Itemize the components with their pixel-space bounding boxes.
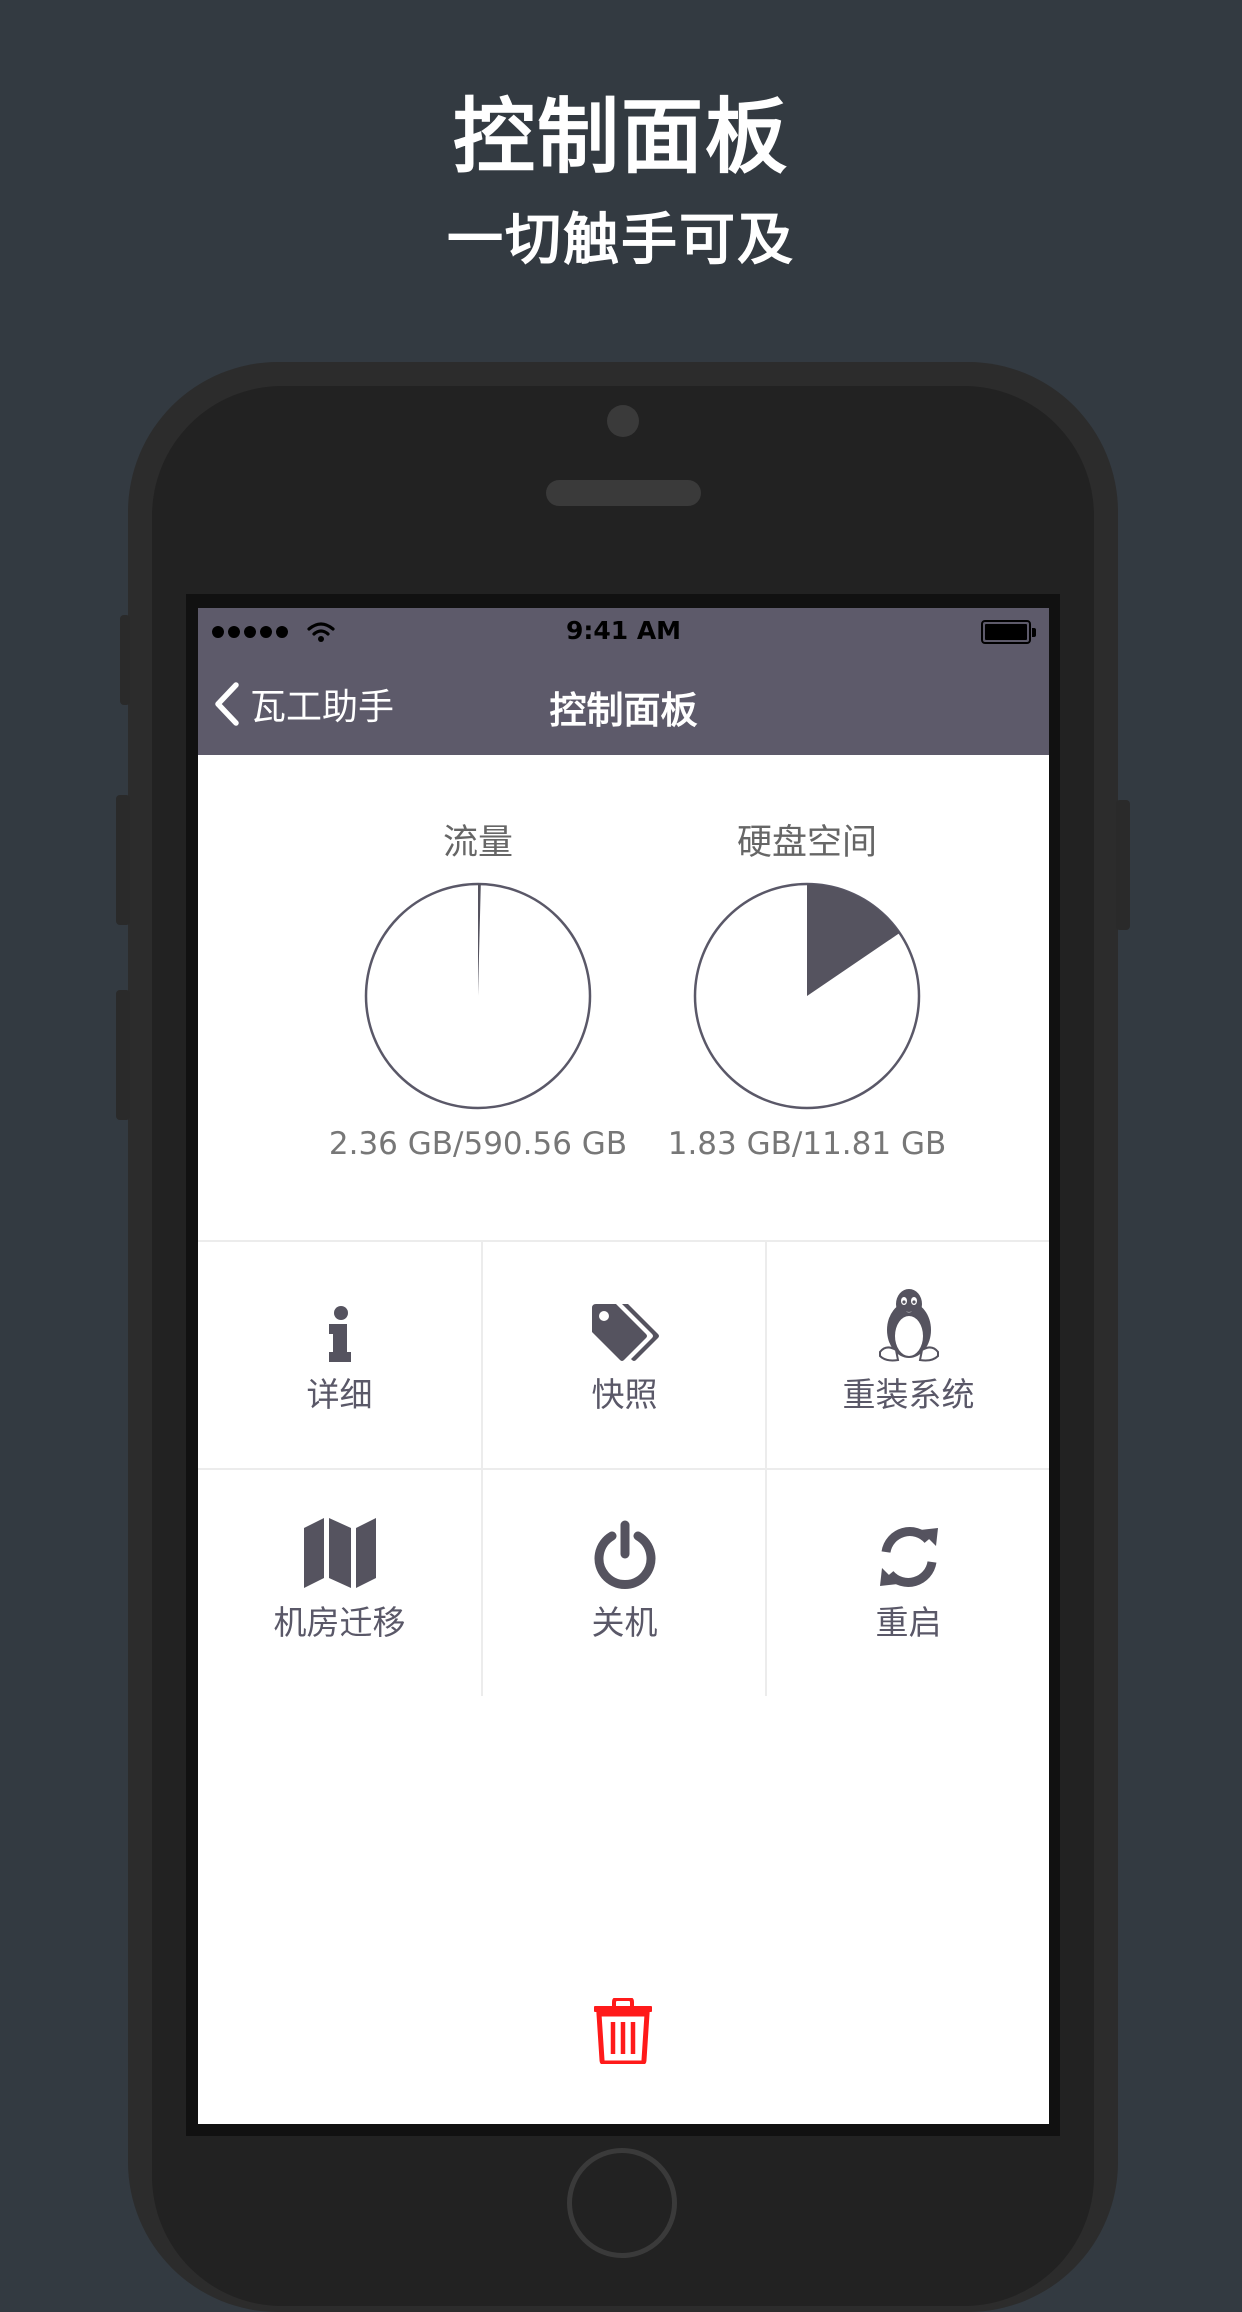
phone-volume-up	[116, 795, 130, 925]
phone-home-button	[567, 2148, 677, 2258]
disk-pie	[693, 882, 921, 1110]
traffic-caption: 2.36 GB/590.56 GB	[328, 1126, 628, 1162]
shutdown-label: 关机	[591, 1603, 658, 1642]
app-screen: 9:41 AM 瓦工助手 控制面板 流量 2.36 GB/590.56 GB 硬…	[198, 608, 1049, 2124]
disk-usage-chart: 硬盘空间 1.83 GB/11.81 GB	[637, 818, 977, 1162]
phone-power-button	[1116, 800, 1130, 930]
reboot-label: 重启	[875, 1603, 942, 1642]
traffic-usage-chart: 流量 2.36 GB/590.56 GB	[308, 818, 648, 1162]
details-button[interactable]: 详细	[198, 1242, 481, 1468]
battery-icon	[981, 620, 1039, 646]
status-time: 9:41 AM	[565, 616, 682, 645]
migrate-datacenter-label: 机房迁移	[273, 1603, 406, 1642]
shutdown-button[interactable]: 关机	[483, 1470, 766, 1696]
promo-title: 控制面板	[452, 90, 789, 185]
navigation-bar: 9:41 AM 瓦工助手 控制面板	[198, 608, 1049, 755]
phone-mute-switch	[120, 615, 130, 705]
disk-caption: 1.83 GB/11.81 GB	[667, 1126, 947, 1162]
action-grid: 详细 快照 重装系统 机房迁移 关机 重启	[198, 1240, 1049, 1696]
phone-volume-down	[116, 990, 130, 1120]
map-icon	[303, 1518, 376, 1588]
snapshot-button[interactable]: 快照	[483, 1242, 766, 1468]
page-title: 控制面板	[549, 689, 698, 732]
promo-subtitle: 一切触手可及	[447, 208, 795, 273]
trash-icon	[594, 1997, 652, 2066]
traffic-pie	[364, 882, 592, 1110]
delete-server-button[interactable]	[592, 1997, 654, 2068]
phone-camera	[607, 405, 639, 437]
tags-icon	[591, 1304, 659, 1361]
reinstall-os-button[interactable]: 重装系统	[767, 1242, 1049, 1468]
reboot-button[interactable]: 重启	[767, 1470, 1049, 1696]
traffic-label: 流量	[442, 823, 513, 863]
linux-penguin-icon	[878, 1289, 939, 1362]
refresh-icon	[879, 1527, 938, 1587]
power-icon	[594, 1520, 655, 1589]
info-icon	[328, 1306, 351, 1362]
disk-label: 硬盘空间	[736, 823, 877, 863]
migrate-datacenter-button[interactable]: 机房迁移	[198, 1470, 481, 1696]
snapshot-label: 快照	[591, 1375, 658, 1414]
phone-speaker	[546, 480, 701, 506]
reinstall-os-label: 重装系统	[842, 1375, 975, 1414]
details-label: 详细	[306, 1375, 373, 1414]
